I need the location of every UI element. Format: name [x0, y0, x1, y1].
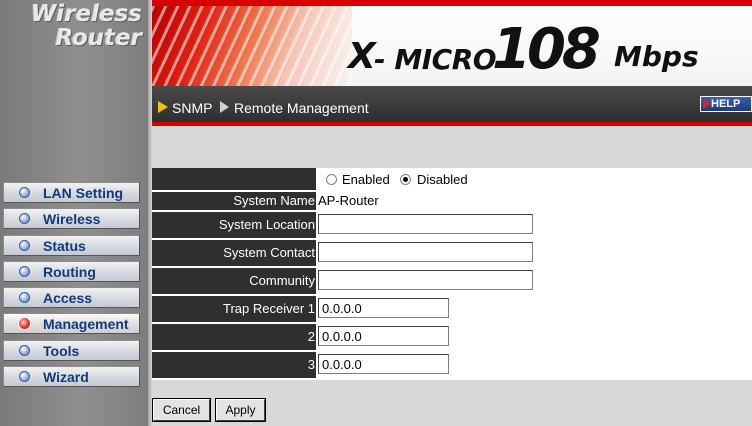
- sidebar-item-label: Tools: [43, 342, 80, 359]
- sidebar-item-label: Wireless: [43, 211, 101, 228]
- trap-receiver-3-label: 3: [307, 357, 315, 372]
- trap-receiver-3-label-cell: 3: [152, 352, 316, 378]
- radio-enabled-label: Enabled: [342, 172, 390, 187]
- sidebar-item-management[interactable]: Management: [3, 313, 140, 335]
- system-name-value-cell: AP-Router: [318, 192, 752, 210]
- brand-name: - MICRO: [374, 43, 497, 76]
- trap-receiver-2-label-cell: 2: [152, 324, 316, 350]
- bullet-icon: [19, 344, 30, 356]
- sidebar-item-label: Routing: [43, 263, 96, 280]
- sidebar-item-label: Wizard: [43, 369, 89, 386]
- sidebar-item-access[interactable]: Access: [3, 287, 140, 309]
- system-location-label: System Location: [218, 217, 315, 232]
- content-spacer: [152, 126, 752, 168]
- trap-receiver-1-value-cell: [318, 296, 752, 322]
- community-label-cell: Community: [152, 268, 316, 294]
- sidebar-item-routing[interactable]: Routing: [3, 260, 140, 282]
- cancel-button[interactable]: Cancel: [152, 398, 211, 422]
- sidebar-item-label: Status: [43, 237, 86, 254]
- system-name-row: System Name AP-Router: [152, 192, 752, 210]
- breadcrumb-bar: SNMP Remote Management: [152, 86, 752, 122]
- arrow-right-icon: [220, 101, 229, 113]
- system-contact-label: System Contact: [223, 245, 315, 260]
- community-label: Community: [249, 273, 315, 288]
- system-location-value-cell: [318, 212, 752, 238]
- header-banner: X - MICRO 108 Mbps: [152, 0, 752, 86]
- trap-receiver-2-row: 2: [152, 324, 752, 350]
- trap-receiver-3-row: 3: [152, 352, 752, 378]
- active-bullet-icon: [18, 317, 31, 331]
- wireless-router-logo: Wireless Router: [6, 2, 142, 50]
- community-value-cell: [318, 268, 752, 294]
- help-label: HELP: [711, 98, 741, 110]
- trap-receiver-1-label: Trap Receiver 1: [223, 301, 315, 316]
- banner-graphic: [152, 6, 352, 86]
- logo-line-1: Wireless: [30, 1, 142, 27]
- system-name-label: System Name: [233, 193, 315, 208]
- trap-receiver-2-value-cell: [318, 324, 752, 350]
- bullet-icon: [19, 239, 30, 251]
- system-location-input[interactable]: [318, 214, 533, 234]
- system-contact-row: System Contact: [152, 240, 752, 266]
- system-location-row: System Location: [152, 212, 752, 238]
- system-name-label-cell: System Name: [152, 192, 316, 210]
- trap-receiver-1-row: Trap Receiver 1: [152, 296, 752, 322]
- bullet-icon: [19, 265, 30, 277]
- breadcrumb-remote-management[interactable]: Remote Management: [234, 100, 369, 116]
- sidebar-item-label: Management: [43, 316, 129, 333]
- trap-receiver-3-input[interactable]: [318, 354, 449, 374]
- snmp-form: Enabled Disabled System Name AP-Router S…: [152, 168, 752, 380]
- row-label-empty: [152, 168, 316, 190]
- breadcrumb-snmp[interactable]: SNMP: [172, 100, 212, 116]
- brand-speed: 108: [492, 17, 601, 82]
- sidebar: Wireless Router LAN Setting Wireless Sta…: [0, 0, 148, 426]
- logo-line-2: Router: [55, 25, 142, 51]
- radio-disabled[interactable]: [400, 174, 411, 185]
- trap-receiver-2-input[interactable]: [318, 326, 449, 346]
- community-input[interactable]: [318, 270, 533, 290]
- system-contact-label-cell: System Contact: [152, 240, 316, 266]
- brand-x: X: [348, 36, 376, 77]
- help-arrow-icon: [703, 99, 711, 109]
- sidebar-item-label: Access: [43, 290, 93, 307]
- trap-receiver-3-value-cell: [318, 352, 752, 378]
- system-location-label-cell: System Location: [152, 212, 316, 238]
- bullet-icon: [19, 187, 30, 198]
- bullet-icon: [19, 213, 30, 225]
- arrow-right-icon: [158, 101, 168, 113]
- radio-disabled-label: Disabled: [417, 172, 468, 187]
- sidebar-item-wireless[interactable]: Wireless: [3, 208, 140, 230]
- trap-receiver-2-label: 2: [307, 329, 315, 344]
- bullet-icon: [19, 371, 30, 383]
- system-name-value: AP-Router: [318, 193, 379, 208]
- snmp-enable-row: Enabled Disabled: [152, 168, 752, 190]
- help-button[interactable]: HELP: [700, 96, 752, 112]
- sidebar-item-status[interactable]: Status: [3, 234, 140, 256]
- system-contact-value-cell: [318, 240, 752, 266]
- trap-receiver-1-input[interactable]: [318, 298, 449, 318]
- snmp-enable-options: Enabled Disabled: [318, 168, 752, 190]
- sidebar-item-wizard[interactable]: Wizard: [3, 366, 140, 388]
- system-contact-input[interactable]: [318, 242, 533, 262]
- sidebar-item-lan-setting[interactable]: LAN Setting: [3, 182, 140, 203]
- sidebar-menu: LAN Setting Wireless Status Routing Acce…: [3, 182, 140, 392]
- brand-unit: Mbps: [614, 40, 699, 73]
- community-row: Community: [152, 268, 752, 294]
- sidebar-item-tools[interactable]: Tools: [3, 339, 140, 361]
- bullet-icon: [19, 292, 30, 304]
- trap-receiver-1-label-cell: Trap Receiver 1: [152, 296, 316, 322]
- radio-enabled[interactable]: [326, 174, 337, 185]
- apply-button[interactable]: Apply: [215, 398, 266, 422]
- sidebar-item-label: LAN Setting: [43, 185, 124, 201]
